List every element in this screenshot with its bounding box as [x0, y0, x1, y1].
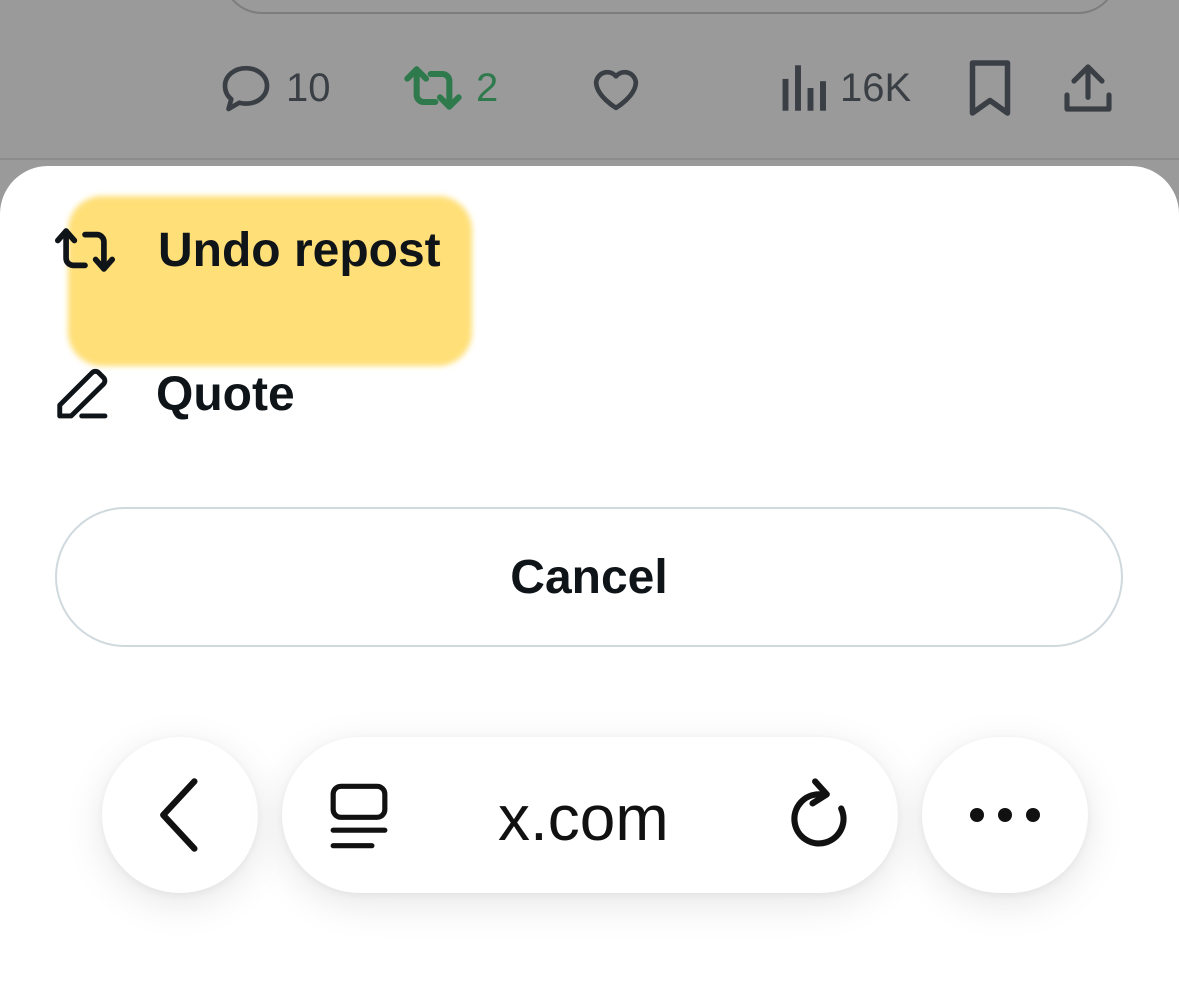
repost-count: 2	[476, 65, 499, 110]
reader-mode-icon[interactable]	[328, 781, 390, 851]
repost-icon	[54, 228, 116, 272]
reload-icon[interactable]	[788, 777, 850, 853]
embedded-card-edge	[222, 0, 1118, 14]
views-icon	[782, 65, 826, 111]
reply-icon	[222, 65, 270, 112]
share-icon	[1064, 64, 1112, 112]
quote-menu-item[interactable]: Quote	[52, 354, 295, 434]
browser-back-button[interactable]	[102, 737, 258, 893]
address-bar[interactable]: x.com	[282, 737, 898, 893]
repost-icon	[404, 66, 462, 110]
reply-action[interactable]: 10	[218, 58, 331, 118]
bookmark-icon	[969, 60, 1011, 116]
repost-action[interactable]: 2	[402, 58, 498, 118]
url-text: x.com	[498, 782, 669, 854]
like-icon	[593, 69, 639, 111]
reply-count: 10	[286, 65, 331, 110]
browser-more-button[interactable]	[922, 737, 1088, 893]
bookmark-action[interactable]	[964, 58, 1016, 118]
back-chevron-icon	[160, 778, 198, 852]
cancel-button[interactable]: Cancel	[55, 507, 1123, 647]
tweet-divider	[0, 158, 1179, 160]
quote-pencil-icon	[57, 368, 108, 419]
quote-label: Quote	[156, 367, 295, 421]
views-count: 16K	[840, 65, 912, 110]
undo-repost-label: Undo repost	[158, 223, 441, 277]
like-action[interactable]	[588, 58, 644, 118]
undo-repost-menu-item[interactable]: Undo repost	[52, 210, 441, 290]
views-action[interactable]: 16K	[778, 58, 911, 118]
share-action[interactable]	[1060, 58, 1116, 118]
more-icon	[970, 808, 1040, 822]
